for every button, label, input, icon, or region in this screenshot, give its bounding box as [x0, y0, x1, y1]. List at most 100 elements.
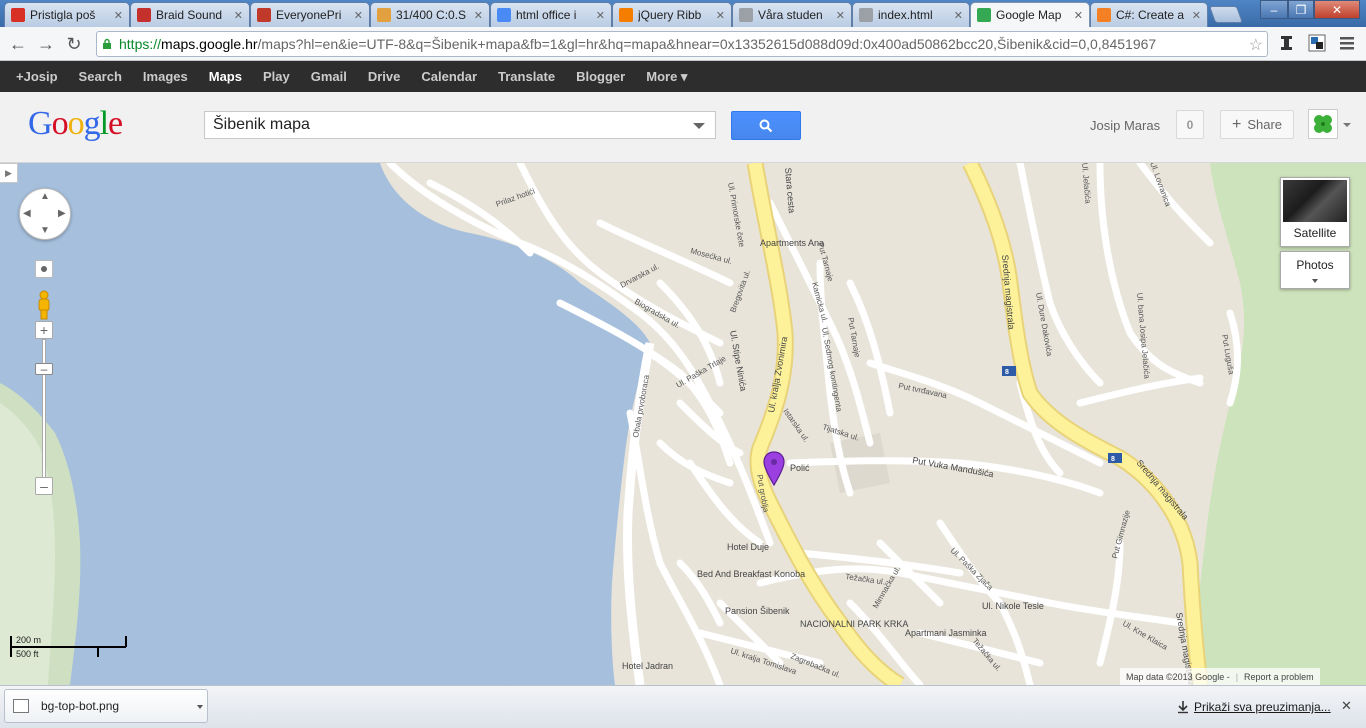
map-label: Pansion Šibenik — [725, 606, 790, 616]
gbar-item-drive[interactable]: Drive — [368, 69, 401, 84]
map-label: Hotel Jadran — [622, 661, 673, 671]
pan-up-icon[interactable]: ▲ — [40, 191, 50, 202]
location-center-icon[interactable] — [35, 260, 53, 278]
page-icon — [859, 8, 873, 22]
google-logo[interactable]: Google — [28, 105, 123, 143]
report-problem-link[interactable]: Report a problem — [1244, 672, 1314, 682]
browser-tab[interactable]: jQuery Ribb ✕ — [612, 2, 732, 27]
map-label: Hotel Duje — [727, 542, 769, 552]
bookmark-star-icon[interactable]: ☆ — [1246, 35, 1263, 55]
road-number: 8 — [1005, 369, 1009, 376]
zoom-in-button[interactable]: + — [35, 321, 53, 339]
photos-label: Photos — [1296, 258, 1334, 272]
google-header: Google Šibenik mapa Josip Maras 0 + Shar… — [0, 92, 1366, 163]
gbar-item-images[interactable]: Images — [143, 69, 188, 84]
new-tab-button[interactable] — [1208, 6, 1244, 23]
blogger-icon — [619, 8, 633, 22]
pan-down-icon[interactable]: ▼ — [40, 225, 50, 236]
map-tiles: Prilaz hotići Ul. Primorske čete Stara c… — [0, 163, 1366, 685]
gbar-item-plus[interactable]: +Josip — [16, 69, 58, 84]
tab-close-icon[interactable]: ✕ — [474, 9, 483, 22]
browser-tab[interactable]: EveryonePri ✕ — [250, 2, 370, 27]
search-icon — [759, 119, 773, 132]
map-label: Apartments Ana — [760, 238, 824, 248]
browser-tab[interactable]: C#: Create a ✕ — [1090, 2, 1208, 27]
tab-close-icon[interactable]: ✕ — [114, 9, 123, 22]
road-number: 8 — [1111, 456, 1115, 463]
wrench-menu-icon[interactable] — [1338, 34, 1356, 52]
avatar[interactable] — [1308, 109, 1338, 139]
zoom-out-button[interactable]: – — [35, 477, 53, 495]
tab-close-icon[interactable]: ✕ — [954, 9, 963, 22]
satellite-thumbnail — [1283, 180, 1347, 222]
map-marker-icon[interactable] — [763, 451, 785, 487]
search-input-value: Šibenik mapa — [213, 116, 310, 133]
download-item[interactable]: bg-top-bot.png — [4, 689, 208, 723]
map-label: Bed And Breakfast Konoba — [697, 569, 805, 579]
tab-title: EveryonePri — [276, 8, 342, 22]
gbar-item-blogger[interactable]: Blogger — [576, 69, 625, 84]
browser-tab[interactable]: Pristigla poš ✕ — [4, 2, 130, 27]
tab-title: Pristigla poš — [30, 8, 96, 22]
minimize-window-button[interactable]: – — [1260, 0, 1288, 19]
browser-tab[interactable]: 31/400 C:0.S ✕ — [370, 2, 490, 27]
show-all-downloads-link[interactable]: Prikaži sva preuzimanja... — [1176, 700, 1331, 714]
search-input[interactable]: Šibenik mapa — [204, 111, 716, 139]
close-window-button[interactable]: ✕ — [1314, 0, 1360, 19]
gbar-item-play[interactable]: Play — [263, 69, 290, 84]
gbar-item-calendar[interactable]: Calendar — [421, 69, 477, 84]
tab-close-icon[interactable]: ✕ — [1192, 9, 1201, 22]
pegman-icon[interactable] — [36, 290, 52, 320]
tab-close-icon[interactable]: ✕ — [354, 9, 363, 22]
search-button[interactable] — [731, 111, 801, 140]
tab-close-icon[interactable]: ✕ — [716, 9, 725, 22]
gbar-item-gmail[interactable]: Gmail — [311, 69, 347, 84]
reload-icon[interactable]: ↻ — [62, 32, 86, 56]
notification-count[interactable]: 0 — [1176, 110, 1204, 139]
map-canvas[interactable]: Prilaz hotići Ul. Primorske čete Stara c… — [0, 163, 1366, 685]
map-label: Ul. Nikole Tesle — [982, 601, 1044, 611]
tab-close-icon[interactable]: ✕ — [836, 9, 845, 22]
forward-icon[interactable]: → — [34, 32, 58, 56]
browser-tab[interactable]: Våra studen ✕ — [732, 2, 852, 27]
account-dropdown-icon[interactable] — [1343, 123, 1351, 127]
collapse-panel-button[interactable]: ▶ — [0, 163, 18, 183]
gbar-item-translate[interactable]: Translate — [498, 69, 555, 84]
browser-tab[interactable]: Braid Sound ✕ — [130, 2, 250, 27]
browser-tab[interactable]: index.html ✕ — [852, 2, 970, 27]
user-name[interactable]: Josip Maras — [1090, 118, 1160, 133]
browser-tab[interactable]: Google Map ✕ — [970, 2, 1090, 27]
url-scheme: https:// — [119, 36, 162, 52]
close-shelf-icon[interactable]: ✕ — [1341, 698, 1352, 714]
reader-extension-icon[interactable] — [1278, 34, 1296, 52]
page-icon — [739, 8, 753, 22]
share-button[interactable]: + Share — [1220, 110, 1294, 139]
zoom-slider-track[interactable] — [42, 339, 46, 485]
tab-close-icon[interactable]: ✕ — [596, 9, 605, 22]
screenshot-extension-icon[interactable] — [1308, 34, 1326, 52]
pan-right-icon[interactable]: ▶ — [58, 208, 66, 219]
browser-tab[interactable]: html office i ✕ — [490, 2, 612, 27]
back-icon[interactable]: ← — [6, 32, 30, 56]
tab-close-icon[interactable]: ✕ — [234, 9, 243, 22]
address-bar[interactable]: https://maps.google.hr/maps?hl=en&ie=UTF… — [96, 31, 1268, 57]
tab-close-icon[interactable]: ✕ — [1074, 9, 1083, 22]
download-arrow-icon — [1178, 701, 1188, 714]
pan-control[interactable]: ▲ ▼ ◀ ▶ — [19, 188, 71, 240]
photos-layer-button[interactable]: Photos — [1280, 251, 1350, 289]
gbar-item-more[interactable]: More ▾ — [646, 69, 687, 85]
gmail-icon — [11, 8, 25, 22]
image-file-icon — [13, 699, 29, 713]
download-menu-icon[interactable] — [197, 705, 203, 709]
pan-left-icon[interactable]: ◀ — [23, 208, 31, 219]
gbar-item-maps[interactable]: Maps — [209, 69, 242, 84]
zoom-slider-thumb[interactable]: – — [35, 362, 53, 376]
restore-window-button[interactable]: ❐ — [1288, 0, 1314, 19]
map-scale: 200 m 500 ft — [10, 633, 130, 663]
satellite-view-button[interactable]: Satellite — [1280, 177, 1350, 247]
search-dropdown-icon[interactable] — [693, 123, 705, 129]
everyone-icon — [257, 8, 271, 22]
map-label: NACIONALNI PARK KRKA — [800, 619, 908, 629]
youtube-icon — [137, 8, 151, 22]
gbar-item-search[interactable]: Search — [79, 69, 122, 84]
